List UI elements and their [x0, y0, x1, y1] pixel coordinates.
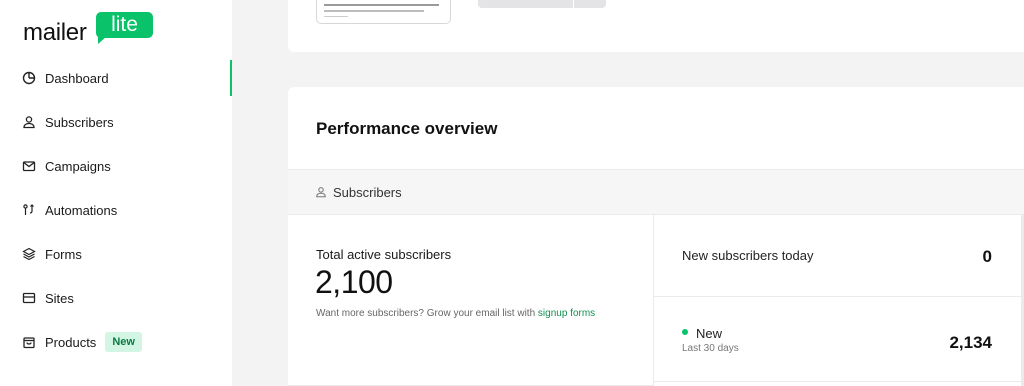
tab-subscribers[interactable]: Subscribers: [288, 169, 1024, 215]
campaign-preview-card: [288, 0, 1024, 52]
mail-icon: [22, 159, 36, 173]
tab-label: Subscribers: [333, 184, 402, 200]
new-today-value: 0: [982, 247, 992, 266]
email-preview-thumbnail[interactable]: [316, 0, 451, 24]
sidebar-item-label: Campaigns: [45, 158, 111, 174]
sidebar-item-label: Sites: [45, 290, 74, 306]
sidebar-item-label: Automations: [45, 202, 118, 218]
new-30-days-panel: New Last 30 days 2,134: [654, 297, 1021, 382]
signup-forms-link[interactable]: signup forms: [538, 308, 595, 319]
dashboard-icon: [22, 71, 36, 85]
new-period-label: Last 30 days: [682, 343, 739, 354]
sidebar-item-label: Subscribers: [45, 114, 114, 130]
new-label: New: [696, 326, 723, 341]
bag-icon: [22, 335, 36, 349]
new-today-panel: New subscribers today 0: [654, 215, 1021, 297]
sidebar-item-label: Products: [45, 334, 97, 350]
sidebar-item-dashboard[interactable]: Dashboard: [0, 56, 232, 100]
browser-icon: [22, 291, 36, 305]
hint-text: Want more subscribers? Grow your email l…: [316, 308, 538, 319]
grow-list-hint: Want more subscribers? Grow your email l…: [316, 308, 595, 319]
performance-overview-card: Performance overview Subscribers Total a…: [288, 87, 1024, 386]
user-icon: [22, 115, 36, 129]
sidebar-item-campaigns[interactable]: Campaigns: [0, 144, 232, 188]
sidebar-item-sites[interactable]: Sites: [0, 276, 232, 320]
page-title: Performance overview: [316, 119, 498, 138]
automation-icon: [22, 203, 36, 217]
sidebar-item-label: Dashboard: [45, 70, 109, 86]
total-subscribers-value: 2,100: [315, 264, 393, 300]
main-nav: Dashboard Subscribers Campaigns Automati…: [0, 56, 232, 364]
sidebar-item-products[interactable]: Products New: [0, 320, 232, 364]
new-badge: New: [105, 332, 142, 352]
layers-icon: [22, 247, 36, 261]
total-subscribers-panel: Total active subscribers 2,100 Want more…: [288, 215, 654, 386]
action-button-group[interactable]: [478, 0, 606, 8]
sidebar-item-subscribers[interactable]: Subscribers: [0, 100, 232, 144]
sidebar-item-forms[interactable]: Forms: [0, 232, 232, 276]
logo-wordmark: mailer: [23, 19, 87, 46]
total-subscribers-label: Total active subscribers: [316, 247, 452, 262]
new-30-days-value: 2,134: [949, 333, 992, 352]
logo-badge: lite: [96, 12, 153, 44]
sidebar: mailer lite Dashboard Subscribers Campai…: [0, 0, 232, 386]
status-dot-icon: [682, 329, 688, 335]
user-icon: [315, 186, 327, 198]
sidebar-item-automations[interactable]: Automations: [0, 188, 232, 232]
new-today-label: New subscribers today: [682, 248, 814, 263]
sidebar-item-label: Forms: [45, 246, 82, 262]
